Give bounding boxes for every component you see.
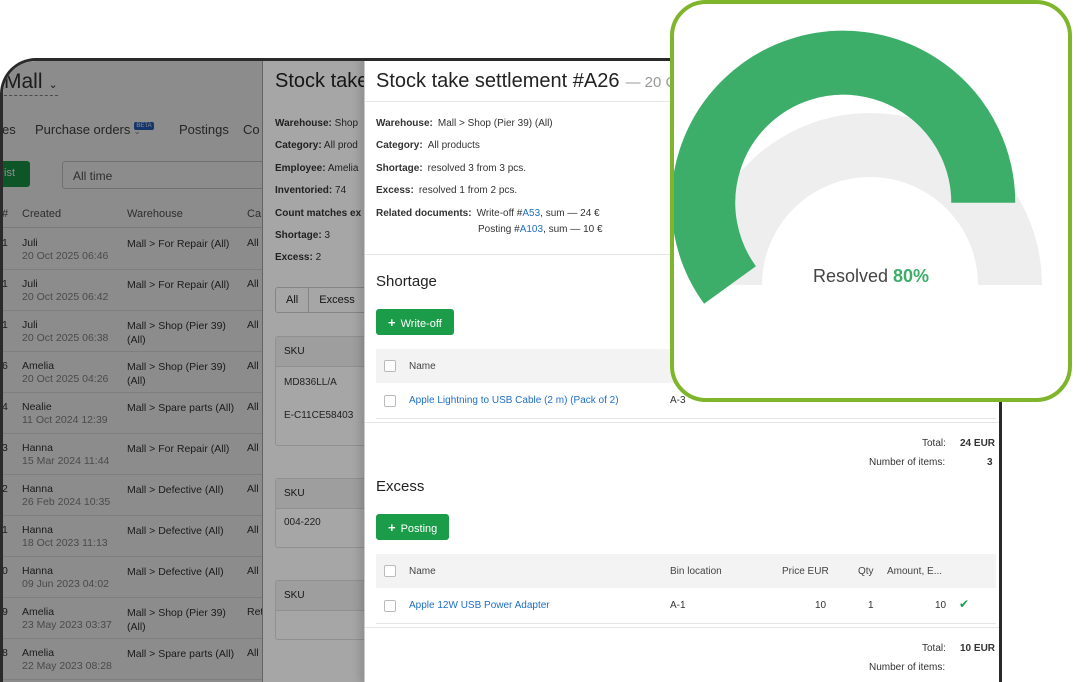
product-link[interactable]: Apple Lightning to USB Cable (2 m) (Pack…: [409, 395, 619, 406]
write-off-link[interactable]: A53: [522, 208, 540, 219]
select-all-checkbox[interactable]: [384, 360, 396, 372]
shortage-total-value: 24 EUR: [960, 438, 996, 449]
excess-items-label: Number of items:: [869, 662, 946, 673]
modal-backdrop[interactable]: [3, 61, 262, 682]
shortage-items-label: Number of items:: [869, 457, 946, 468]
settlement-title: Stock take settlement #A26— 20 C: [376, 70, 677, 92]
excess-total-label: Total:: [922, 643, 946, 654]
select-all-checkbox[interactable]: [384, 565, 396, 577]
posting-button[interactable]: + Posting: [376, 514, 450, 540]
row-checkbox[interactable]: [384, 600, 396, 612]
row-checkbox[interactable]: [384, 395, 396, 407]
panel-backdrop[interactable]: [262, 61, 367, 682]
plus-icon: +: [388, 520, 396, 535]
excess-heading: Excess: [376, 478, 425, 495]
kv-related-posting: Posting #A103, sum — 10 €: [478, 224, 603, 235]
write-off-button[interactable]: + Write-off: [376, 309, 454, 335]
shortage-total-label: Total:: [922, 438, 946, 449]
resolved-gauge: [674, 30, 1042, 304]
plus-icon: +: [388, 315, 396, 330]
resolved-value: 80%: [893, 266, 930, 286]
kv-related-documents: Related documents: Write-off #A53, sum — …: [376, 208, 600, 219]
shortage-heading: Shortage: [376, 273, 437, 290]
posting-link[interactable]: A103: [520, 224, 543, 235]
kv-excess: Excess: resolved 1 from 2 pcs.: [376, 185, 518, 196]
excess-table-header: Name Bin location Price EUR Qty Amount, …: [376, 554, 996, 588]
kv-warehouse: Warehouse: Mall > Shop (Pier 39) (All): [376, 118, 553, 129]
resolved-gauge-card: Resolved 80%: [670, 0, 1072, 402]
shortage-items-value: 3: [987, 457, 993, 468]
divider: [365, 627, 999, 628]
checkmark-icon: ✔: [959, 597, 970, 611]
kv-category: Category: All products: [376, 140, 480, 151]
product-link[interactable]: Apple 12W USB Power Adapter: [409, 600, 550, 611]
table-row: Apple 12W USB Power Adapter A-1 10 1 10 …: [376, 588, 996, 624]
excess-total-value: 10 EUR: [960, 643, 996, 654]
resolved-label: Resolved 80%: [812, 266, 930, 286]
kv-shortage: Shortage: resolved 3 from 3 pcs.: [376, 163, 527, 174]
divider: [365, 422, 999, 423]
